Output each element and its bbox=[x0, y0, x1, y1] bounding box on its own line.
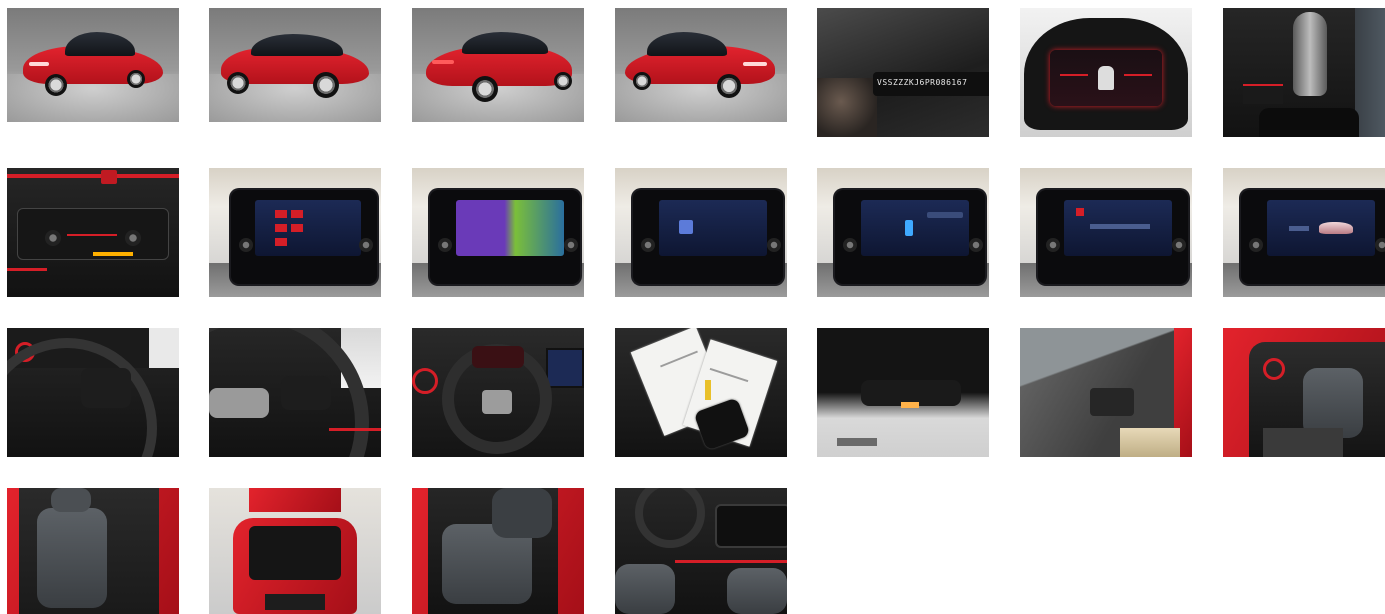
thumbnail-documents-keys[interactable] bbox=[615, 328, 787, 457]
thumbnail-rear-seats-2[interactable] bbox=[412, 488, 584, 614]
infotainment-photo bbox=[861, 200, 969, 256]
thumbnail-interior-open-door[interactable] bbox=[1223, 328, 1385, 457]
thumbnail-infotainment-6[interactable] bbox=[1223, 168, 1385, 297]
gear-selector-photo bbox=[1293, 12, 1327, 96]
photo-gallery: VSSZZZKJ6PR086167 bbox=[0, 0, 1385, 614]
infotainment-photo bbox=[456, 200, 564, 256]
thumbnail-infotainment-5[interactable] bbox=[1020, 168, 1192, 297]
car-front-left-photo bbox=[23, 28, 163, 98]
vin-text: VSSZZZKJ6PR086167 bbox=[877, 78, 968, 87]
thumbnail-steering-wheel-1[interactable] bbox=[7, 328, 179, 457]
thumbnail-vin[interactable]: VSSZZZKJ6PR086167 bbox=[817, 8, 989, 137]
thumbnail-trunk[interactable] bbox=[209, 488, 381, 614]
car-rear-photo bbox=[426, 26, 576, 102]
thumbnail-door-panel[interactable] bbox=[1020, 328, 1192, 457]
thumbnail-infotainment-3[interactable] bbox=[615, 168, 787, 297]
thumbnail-infotainment-2[interactable] bbox=[412, 168, 584, 297]
thumbnail-steering-wheel-2[interactable] bbox=[209, 328, 381, 457]
thumbnail-infotainment-1[interactable] bbox=[209, 168, 381, 297]
thumbnail-rear-seats-1[interactable] bbox=[7, 488, 179, 614]
interior-photo bbox=[715, 504, 787, 548]
thumbnail-gear-selector[interactable] bbox=[1223, 8, 1385, 137]
thumbnail-car-front-right[interactable] bbox=[615, 8, 787, 122]
thumbnail-car-front-left[interactable] bbox=[7, 8, 179, 122]
infotainment-photo bbox=[255, 200, 361, 256]
thumbnail-interior-dashboard[interactable] bbox=[615, 488, 787, 614]
thumbnail-climate-control[interactable] bbox=[7, 168, 179, 297]
car-front-right-photo bbox=[625, 28, 775, 100]
thumbnail-instrument-cluster[interactable] bbox=[1020, 8, 1192, 137]
trunk-photo bbox=[249, 526, 341, 580]
thumbnail-car-side-rear[interactable] bbox=[209, 8, 381, 122]
thumbnail-car-rear[interactable] bbox=[412, 8, 584, 122]
thumbnail-infotainment-4[interactable] bbox=[817, 168, 989, 297]
door-panel-photo bbox=[1090, 388, 1134, 416]
thumbnail-rear-mirror[interactable] bbox=[817, 328, 989, 457]
car-side-rear-photo bbox=[221, 28, 371, 98]
thumbnail-steering-wheel-3[interactable] bbox=[412, 328, 584, 457]
infotainment-photo bbox=[659, 200, 767, 256]
